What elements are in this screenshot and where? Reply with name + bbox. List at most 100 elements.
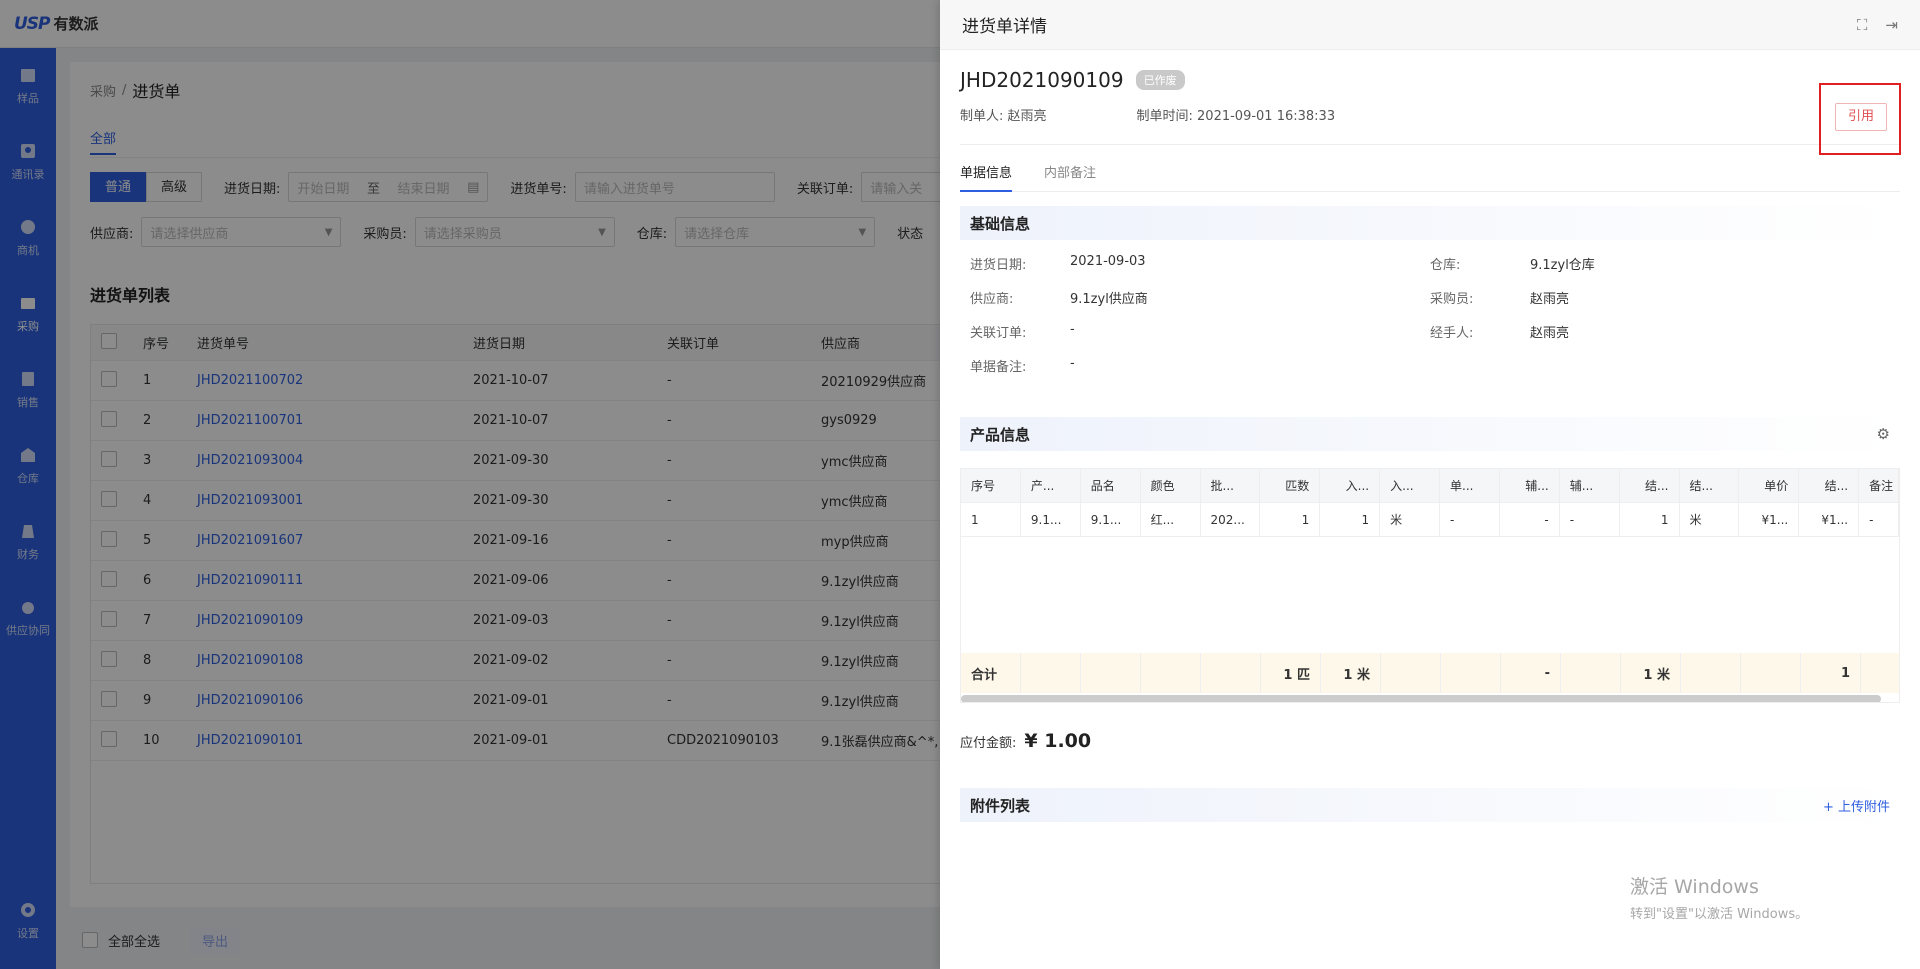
creator: 制单人: 赵雨亮 [960,109,1047,124]
field-label: 经手人: [1430,326,1474,341]
horizontal-scrollbar[interactable] [961,695,1881,702]
product-table: 序号 产... 品名 颜色 批... 匹数 入... 入... 单... 辅... 辅... 结...… [960,468,1900,703]
product-cell: 结... [1799,469,1860,502]
product-cell: 匹数 [1260,469,1321,502]
product-cell: - [1859,503,1899,536]
status-badge: 已作废 [1135,70,1185,90]
product-cell: 备注 [1859,469,1899,502]
product-cell: 1 [1801,653,1861,693]
product-cell: 1 [961,503,1021,536]
product-cell: 合计 [961,653,1021,693]
field-related-order: 关联订单: - [970,322,1075,341]
drawer-controls: ⛶ ⇥ [1857,16,1898,34]
field-label: 供应商: [970,292,1014,307]
product-cell [1081,653,1141,693]
field-label: 关联订单: [970,326,1027,341]
order-number: JHD2021090109 [960,68,1124,92]
product-cell [1861,653,1899,693]
product-cell: 单价 [1739,469,1800,502]
field-label: 进货日期: [970,258,1027,273]
product-cell: 入... [1320,469,1381,502]
product-sum-row: 合计 1 匹1 米-1 米1 [961,653,1899,693]
product-cell [1681,653,1741,693]
field-warehouse: 仓库: 9.1zyl仓库 [1430,254,1595,273]
product-cell: 辅... [1560,469,1620,502]
field-value: 赵雨亮 [1530,326,1570,341]
field-buyer: 采购员: 赵雨亮 [1430,288,1569,307]
payable-label: 应付金额: [960,736,1017,751]
order-meta: 制单人: 赵雨亮 制单时间: 2021-09-01 16:38:33 [960,105,1335,124]
attachments-header: 附件列表 + 上传附件 [960,788,1900,822]
upload-attachment-button[interactable]: + 上传附件 [1823,796,1890,815]
payable-amount: 应付金额: ¥ 1.00 [960,730,1091,752]
product-cell: 辅... [1500,469,1560,502]
product-cell: 1 匹 [1261,653,1321,693]
attachments-title: 附件列表 [970,796,1031,815]
field-value: 9.1zyl仓库 [1530,258,1595,273]
drawer-title: 进货单详情 [962,17,1047,37]
product-info-header: 产品信息 ⚙ [960,417,1900,451]
detail-tabs: 单据信息 内部备注 [960,158,1900,192]
product-cell [1141,653,1201,693]
product-cell: 颜色 [1141,469,1201,502]
close-drawer-icon[interactable]: ⇥ [1885,16,1898,34]
divider [960,144,1900,145]
tab-internal-notes[interactable]: 内部备注 [1044,158,1096,191]
product-cell: 1 [1320,503,1381,536]
product-cell: ¥1... [1739,503,1800,536]
product-cell: 1 [1620,503,1680,536]
product-cell: 结... [1620,469,1680,502]
gear-icon[interactable]: ⚙ [1877,425,1890,443]
order-number-block: JHD2021090109 已作废 [960,68,1185,92]
field-value: - [1070,356,1075,371]
product-cell: 品名 [1081,469,1141,502]
watermark-line-1: 激活 Windows [1630,876,1759,898]
product-cell: 结... [1680,469,1740,502]
field-value: 9.1zyl供应商 [1070,292,1148,307]
drawer-header: 进货单详情 ⛶ ⇥ [940,0,1920,50]
product-row: 1 9.1... 9.1... 红... 202... 1 1 米 - - -1 米 ¥1... ¥1..… [961,503,1899,537]
basic-info-title: 基础信息 [970,214,1031,233]
product-cell [1741,653,1801,693]
product-cell: 米 [1380,503,1440,536]
field-value: 2021-09-03 [1070,254,1146,269]
field-label: 仓库: [1430,258,1461,273]
product-cell: 单... [1440,469,1500,502]
product-cell: ¥1... [1799,503,1860,536]
product-cell: 批... [1201,469,1261,502]
product-cell: 入... [1380,469,1440,502]
product-cell: 红... [1141,503,1201,536]
payable-value: ¥ 1.00 [1024,730,1092,752]
product-table-header: 序号 产... 品名 颜色 批... 匹数 入... 入... 单... 辅... 辅... 结...… [961,469,1899,503]
detail-drawer: 进货单详情 ⛶ ⇥ JHD2021090109 已作废 制单人: 赵雨亮 制单时… [940,0,1920,969]
field-handler: 经手人: 赵雨亮 [1430,322,1569,341]
product-info-title: 产品信息 [970,425,1031,444]
product-cell: 1 米 [1321,653,1381,693]
basic-info-header: 基础信息 [960,206,1900,240]
tab-document-info[interactable]: 单据信息 [960,158,1013,192]
product-cell [1201,653,1261,693]
field-inbound-date: 进货日期: 2021-09-03 [970,254,1146,273]
field-supplier: 供应商: 9.1zyl供应商 [970,288,1148,307]
windows-activation-watermark: 激活 Windows 转到"设置"以激活 Windows。 [1630,872,1808,922]
product-cell: - [1501,653,1561,693]
product-cell: 9.1... [1081,503,1141,536]
field-label: 采购员: [1430,292,1474,307]
highlight-annotation [1819,83,1901,155]
product-cell: 9.1... [1021,503,1081,536]
product-cell: 1 米 [1621,653,1681,693]
field-remark: 单据备注: - [970,356,1075,375]
modal-overlay[interactable] [0,0,940,969]
product-cell: 序号 [961,469,1021,502]
field-label: 单据备注: [970,360,1027,375]
field-value: - [1070,322,1075,337]
product-cell: - [1560,503,1620,536]
fullscreen-icon[interactable]: ⛶ [1857,16,1868,34]
field-value: 赵雨亮 [1530,292,1570,307]
product-cell [1381,653,1441,693]
product-cell: - [1440,503,1500,536]
product-cell: 米 [1680,503,1740,536]
product-cell: - [1500,503,1560,536]
product-cell [1561,653,1621,693]
product-cell [1021,653,1081,693]
